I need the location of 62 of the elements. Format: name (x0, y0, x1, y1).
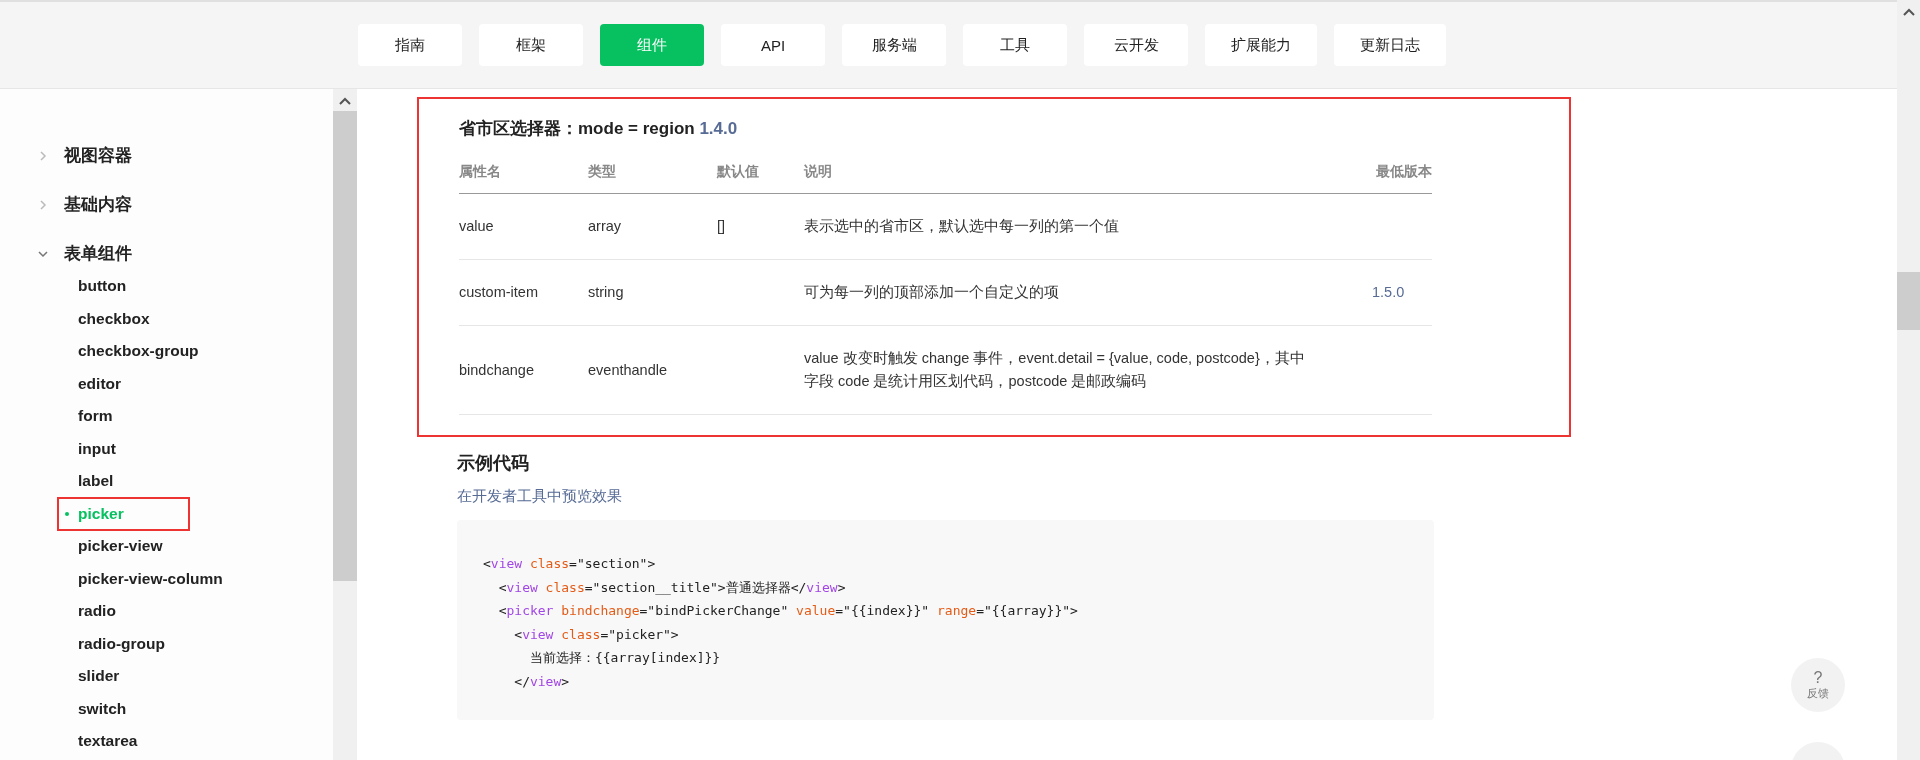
table-cell: eventhandle (588, 361, 667, 378)
sidebar-item[interactable]: checkbox (78, 302, 154, 335)
sidebar-group[interactable]: 视图容器 (0, 131, 333, 180)
sidebar-item[interactable]: input (78, 432, 120, 465)
group-label: 表单组件 (64, 243, 132, 265)
sidebar-item[interactable]: label (78, 465, 118, 498)
table-cell: string (588, 284, 624, 300)
table-cell: array (588, 218, 622, 234)
feedback-button[interactable]: ? 反馈 (1791, 658, 1845, 712)
sidebar-group[interactable]: 基础内容 (0, 180, 333, 229)
scroll-up-icon[interactable] (1902, 8, 1915, 16)
nav-tab[interactable]: 工具 (963, 24, 1067, 66)
table-cell: [] (717, 218, 726, 234)
nav-tab[interactable]: 扩展能力 (1205, 24, 1317, 66)
table-cell: 可为每一列的顶部添加一个自定义的项 (804, 284, 1059, 300)
code-line: 当前选择：{{array[index]}} (528, 649, 721, 667)
scroll-up-icon[interactable] (339, 97, 351, 105)
code-line: </view> (513, 672, 570, 691)
sidebar-item[interactable]: radio-group (78, 627, 169, 660)
chevron-right-icon (38, 150, 48, 161)
nav-tab[interactable]: 指南 (358, 24, 462, 66)
column-header: 属性名 (459, 162, 502, 181)
sidebar-scrollbar[interactable] (333, 89, 357, 760)
column-header: 类型 (588, 162, 617, 181)
nav-tab[interactable]: 框架 (479, 24, 583, 66)
code-line: <view class="section"> (483, 555, 656, 573)
page-scrollbar[interactable] (1897, 0, 1920, 760)
sidebar-item[interactable]: radio (78, 595, 120, 628)
chevron-right-icon (38, 199, 48, 210)
table-cell: value (459, 218, 494, 234)
table-cell: 表示选中的省市区，默认选中每一列的第一个值 (804, 218, 1119, 234)
nav-tab[interactable]: 云开发 (1084, 24, 1188, 66)
sidebar-item[interactable]: slider (78, 660, 124, 693)
sidebar-item[interactable]: form (78, 400, 117, 433)
column-header: 最低版本 (1375, 162, 1432, 181)
sidebar-item[interactable]: picker-view-column (78, 562, 227, 595)
scrollbar-thumb[interactable] (1897, 272, 1920, 330)
preview-link[interactable]: 在开发者工具中预览效果 (457, 488, 622, 504)
chevron-down-icon (38, 248, 48, 259)
nav-tab[interactable]: 更新日志 (1334, 24, 1446, 66)
bullet-icon (65, 511, 69, 516)
group-label: 视图容器 (64, 145, 132, 167)
code-line: <view class="picker"> (513, 625, 679, 644)
scrollbar-thumb[interactable] (333, 111, 357, 581)
group-label: 基础内容 (64, 194, 132, 216)
section-title: 省市区选择器：mode = region 1.4.0 (459, 118, 739, 140)
column-header: 默认值 (717, 162, 760, 181)
code-line: <view class="section__title">普通选择器</view> (497, 578, 846, 597)
code-line: <picker bindchange="bindPickerChange" value="{{index}}" range="{{array}}"> (497, 602, 1078, 620)
sidebar-item[interactable]: checkbox-group (78, 335, 203, 368)
sidebar-item[interactable]: textarea (78, 725, 142, 758)
version-link[interactable]: 1.5.0 (1372, 284, 1405, 300)
sidebar-item[interactable]: editor (78, 367, 126, 400)
sidebar-item[interactable]: picker-view (78, 530, 167, 563)
nav-tab[interactable]: API (721, 24, 825, 66)
nav-tab[interactable]: 服务端 (842, 24, 946, 66)
table-cell: custom-item (459, 284, 538, 300)
table-cell: value 改变时触发 change 事件，event.detail = {value, code, postcode}，其中字段 code 是统计用区划代码，postcode 是邮政编码 (804, 350, 1305, 389)
sidebar-item[interactable]: switch (78, 692, 131, 725)
section-heading: 示例代码 (457, 452, 530, 475)
table-cell: bindchange (459, 361, 534, 378)
column-header: 说明 (804, 162, 833, 181)
